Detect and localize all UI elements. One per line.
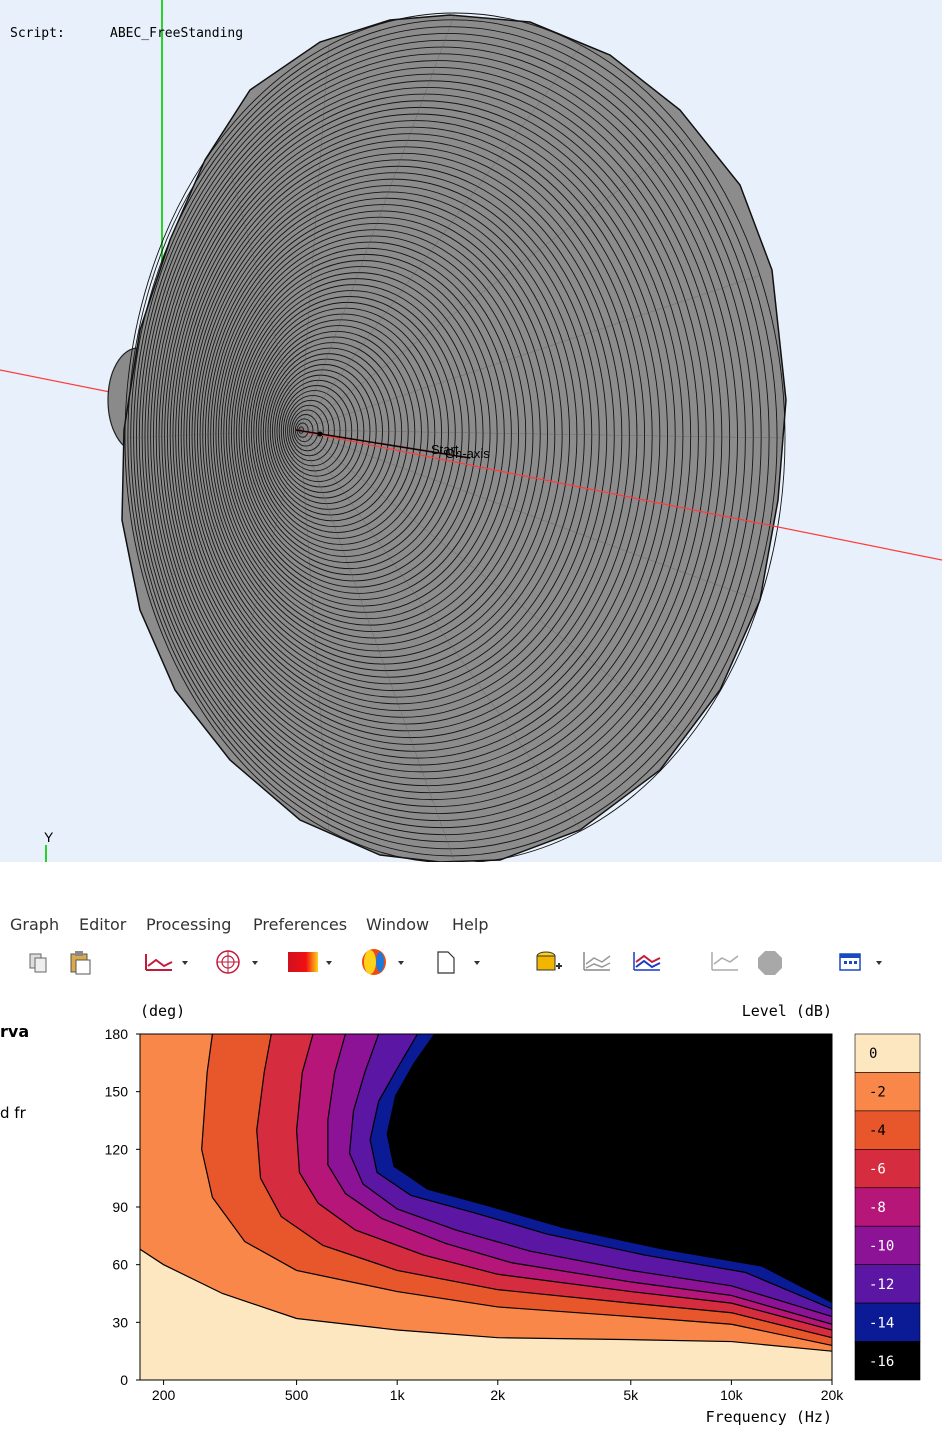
menu-processing[interactable]: Processing bbox=[146, 915, 231, 934]
paste-icon[interactable] bbox=[66, 948, 96, 976]
toolbar bbox=[0, 946, 942, 982]
balloon-graph-icon[interactable] bbox=[358, 948, 410, 976]
results-window: Graph Editor Processing Preferences Wind… bbox=[0, 862, 942, 1443]
window-layout-icon[interactable] bbox=[836, 948, 888, 976]
graph-settings-icon[interactable] bbox=[708, 948, 742, 976]
red-axis-line-left bbox=[0, 369, 116, 394]
compare-graph-icon[interactable] bbox=[630, 948, 664, 976]
menu-preferences[interactable]: Preferences bbox=[253, 915, 347, 934]
copy-icon[interactable] bbox=[26, 948, 52, 976]
contour-graph-icon[interactable] bbox=[286, 948, 338, 976]
on-axis-label: On-axis bbox=[445, 446, 490, 461]
stop-icon[interactable] bbox=[756, 948, 786, 976]
menu-bar: Graph Editor Processing Preferences Wind… bbox=[0, 912, 942, 938]
viewport-canvas[interactable]: Start On-axis Y bbox=[0, 0, 942, 862]
line-graph-icon[interactable] bbox=[142, 948, 194, 976]
menu-help[interactable]: Help bbox=[452, 915, 488, 934]
menu-editor[interactable]: Editor bbox=[79, 915, 126, 934]
side-panel-text: d fr bbox=[0, 1104, 26, 1122]
y-axis-label: Y bbox=[44, 829, 54, 845]
script-name: ABEC_FreeStanding bbox=[110, 26, 244, 41]
overlay-icon[interactable] bbox=[580, 948, 614, 976]
side-panel-title: rva bbox=[0, 1022, 30, 1041]
script-label: Script: bbox=[10, 26, 65, 41]
3d-viewport[interactable]: Start On-axis Y Script: ABEC_FreeStandin… bbox=[0, 0, 942, 862]
load-data-icon[interactable] bbox=[532, 948, 566, 976]
polar-graph-icon[interactable] bbox=[214, 948, 266, 976]
menu-window[interactable]: Window bbox=[366, 915, 429, 934]
start-point-marker bbox=[317, 431, 323, 437]
new-document-icon[interactable] bbox=[432, 948, 484, 976]
menu-graph[interactable]: Graph bbox=[10, 915, 59, 934]
